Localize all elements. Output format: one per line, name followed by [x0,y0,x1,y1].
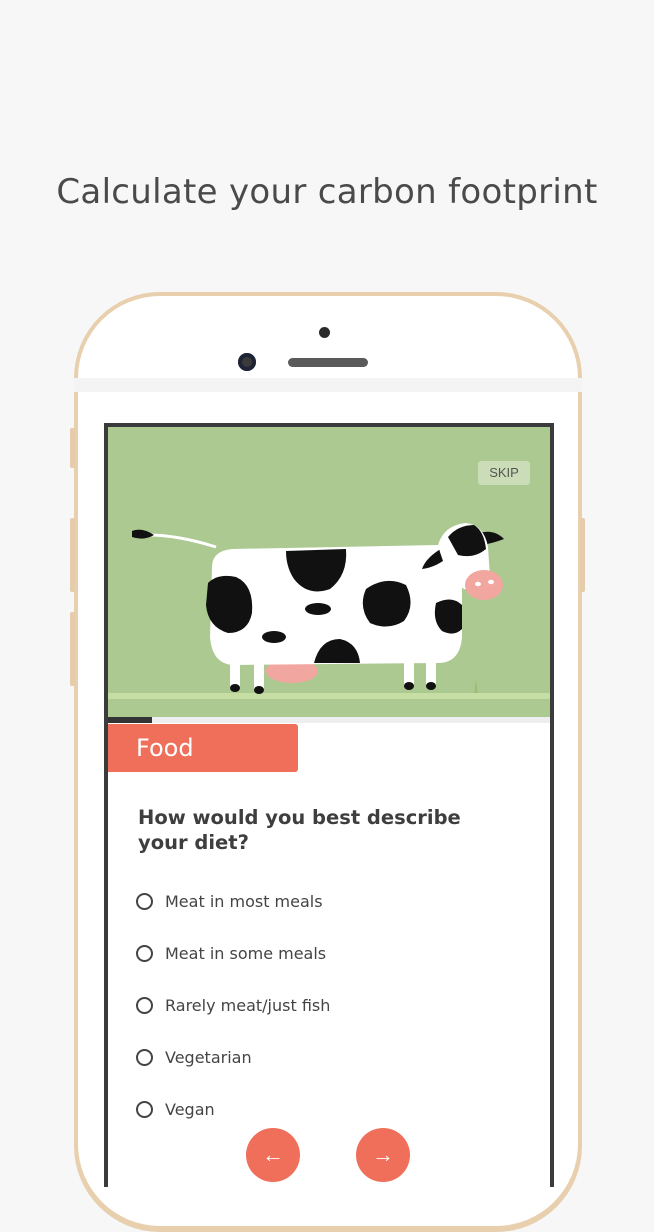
hero-illustration-panel: SKIP [108,427,550,717]
arrow-left-icon: ← [262,1142,284,1167]
option-meat-most-meals[interactable]: Meat in most meals [136,875,330,927]
option-label: Meat in most meals [165,891,323,911]
app-screen: SKIP Food How would you best describe yo… [104,423,554,1187]
radio-button[interactable] [136,892,153,910]
mute-switch [70,428,75,468]
radio-button[interactable] [136,1048,153,1066]
front-camera-icon [238,353,256,371]
option-rarely-meat[interactable]: Rarely meat/just fish [136,979,330,1031]
option-meat-some-meals[interactable]: Meat in some meals [136,927,330,979]
option-label: Vegetarian [165,1047,252,1067]
question-text: How would you best describe your diet? [138,806,461,854]
option-label: Vegan [165,1099,215,1119]
progress-bar [108,717,550,723]
volume-down-button [70,612,75,686]
earpiece-speaker [288,358,368,367]
diet-options-list: Meat in most meals Meat in some meals Ra… [136,875,330,1135]
option-vegetarian[interactable]: Vegetarian [136,1031,330,1083]
volume-up-button [70,518,75,592]
option-label: Rarely meat/just fish [165,995,331,1015]
proximity-sensor [319,327,330,338]
next-button[interactable]: → [356,1128,410,1182]
progress-bar-fill [108,717,153,723]
phone-antenna-band [74,378,582,392]
arrow-right-icon: → [372,1142,394,1167]
radio-button[interactable] [136,996,153,1014]
category-tab: Food [108,724,298,772]
skip-button[interactable]: SKIP [478,461,530,485]
radio-button[interactable] [136,944,153,962]
back-button[interactable]: ← [246,1128,300,1182]
option-vegan[interactable]: Vegan [136,1083,330,1135]
power-button [580,518,585,592]
option-label: Meat in some meals [165,943,327,963]
page-headline: Calculate your carbon footprint [56,172,598,212]
radio-button[interactable] [136,1100,153,1118]
